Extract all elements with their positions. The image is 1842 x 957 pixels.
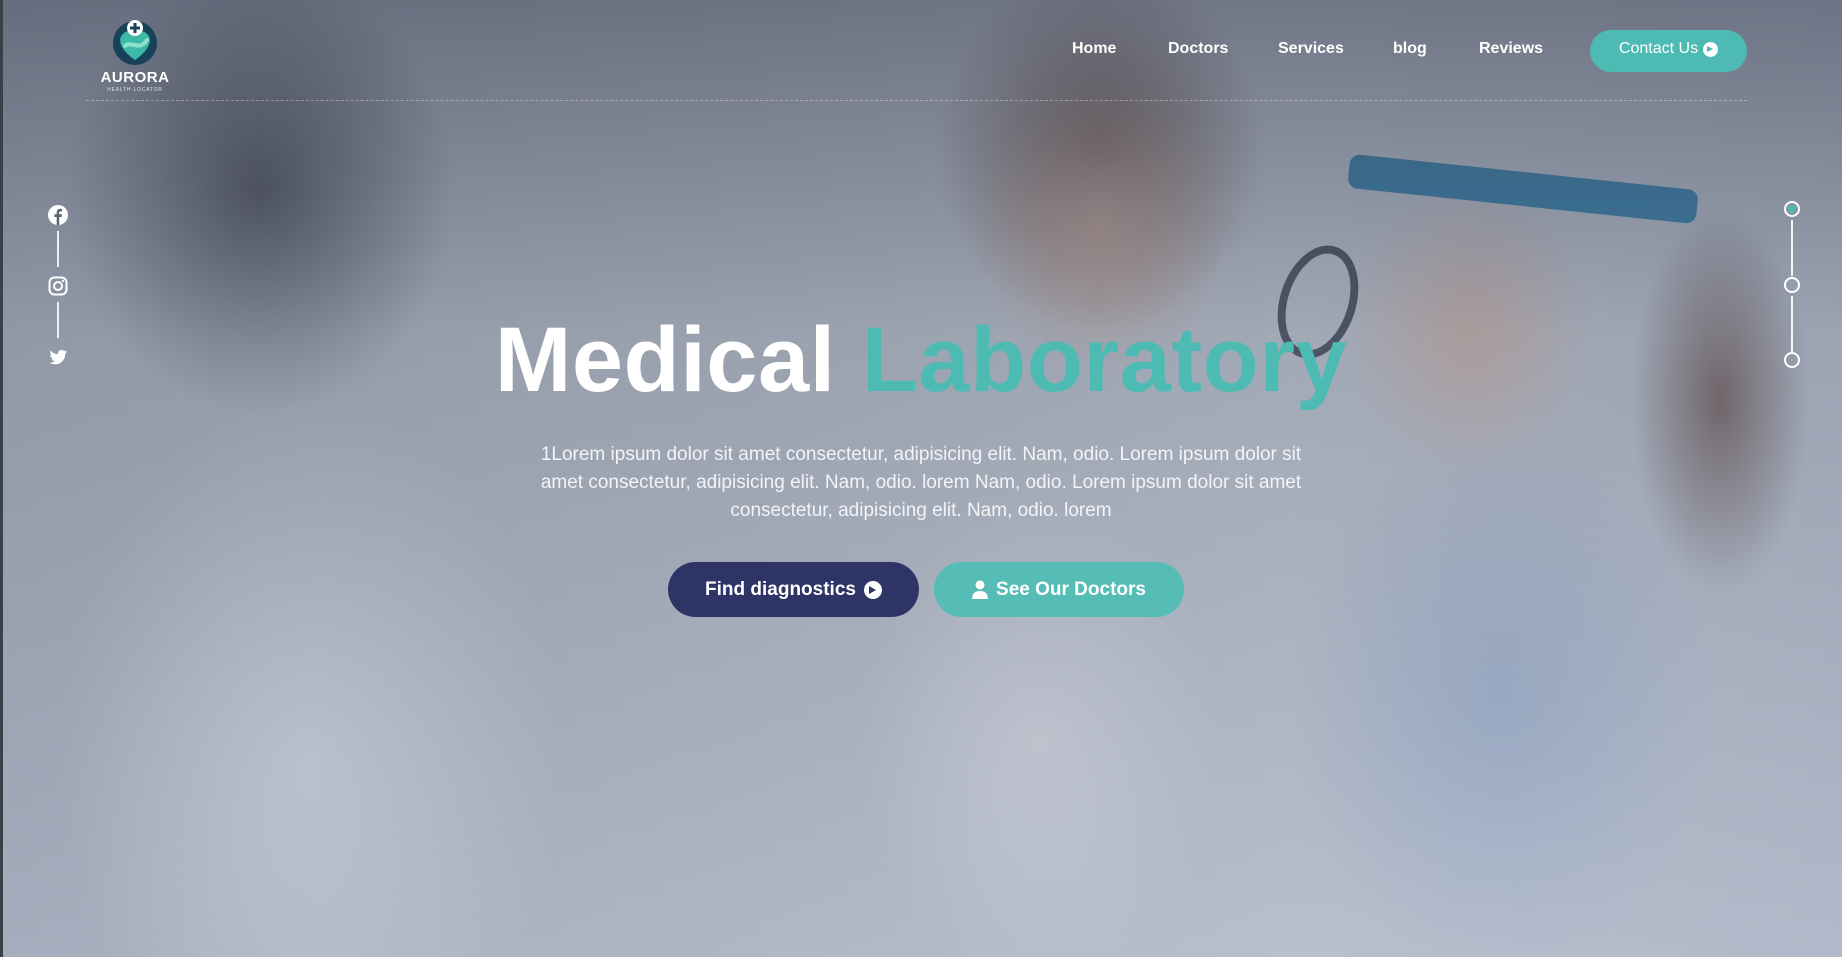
find-diagnostics-label: Find diagnostics bbox=[705, 578, 856, 600]
nav-item-home[interactable]: Home bbox=[1072, 40, 1116, 58]
see-our-doctors-label: See Our Doctors bbox=[996, 578, 1146, 600]
pagination-line bbox=[1791, 220, 1793, 276]
nav-item-doctors[interactable]: Doctors bbox=[1168, 40, 1228, 58]
nav-item-blog[interactable]: blog bbox=[1393, 40, 1427, 58]
arrow-circle-right-icon bbox=[1703, 42, 1719, 57]
nav-item-services[interactable]: Services bbox=[1278, 40, 1344, 58]
see-our-doctors-button[interactable]: See Our Doctors bbox=[934, 562, 1184, 617]
page-edge bbox=[0, 0, 3, 957]
header-divider bbox=[86, 100, 1747, 101]
hero-title: Medical Laboratory bbox=[0, 305, 1842, 415]
user-icon bbox=[972, 580, 989, 599]
hero-section: AURORA HEALTH LOCATOR Home Doctors Servi… bbox=[0, 0, 1842, 957]
find-diagnostics-button[interactable]: Find diagnostics bbox=[668, 562, 919, 617]
contact-us-label: Contact Us bbox=[1618, 39, 1699, 57]
nav-item-reviews[interactable]: Reviews bbox=[1479, 40, 1543, 58]
social-connector-line bbox=[57, 231, 59, 267]
contact-us-button[interactable]: Contact Us bbox=[1590, 30, 1747, 72]
brand-name: AURORA bbox=[100, 69, 170, 86]
hero-title-main: Medical bbox=[494, 309, 836, 411]
instagram-icon[interactable] bbox=[47, 275, 69, 297]
slide-dot-2[interactable] bbox=[1784, 277, 1800, 293]
main-nav: Home Doctors Services blog Reviews bbox=[0, 40, 1842, 64]
hero-description: 1Lorem ipsum dolor sit amet consectetur,… bbox=[540, 444, 1302, 521]
brand-tagline: HEALTH LOCATOR bbox=[107, 87, 163, 93]
facebook-icon[interactable] bbox=[47, 204, 69, 226]
arrow-circle-right-icon bbox=[863, 580, 882, 599]
hero-title-accent: Laboratory bbox=[861, 309, 1348, 411]
slide-dot-1[interactable] bbox=[1784, 201, 1800, 217]
